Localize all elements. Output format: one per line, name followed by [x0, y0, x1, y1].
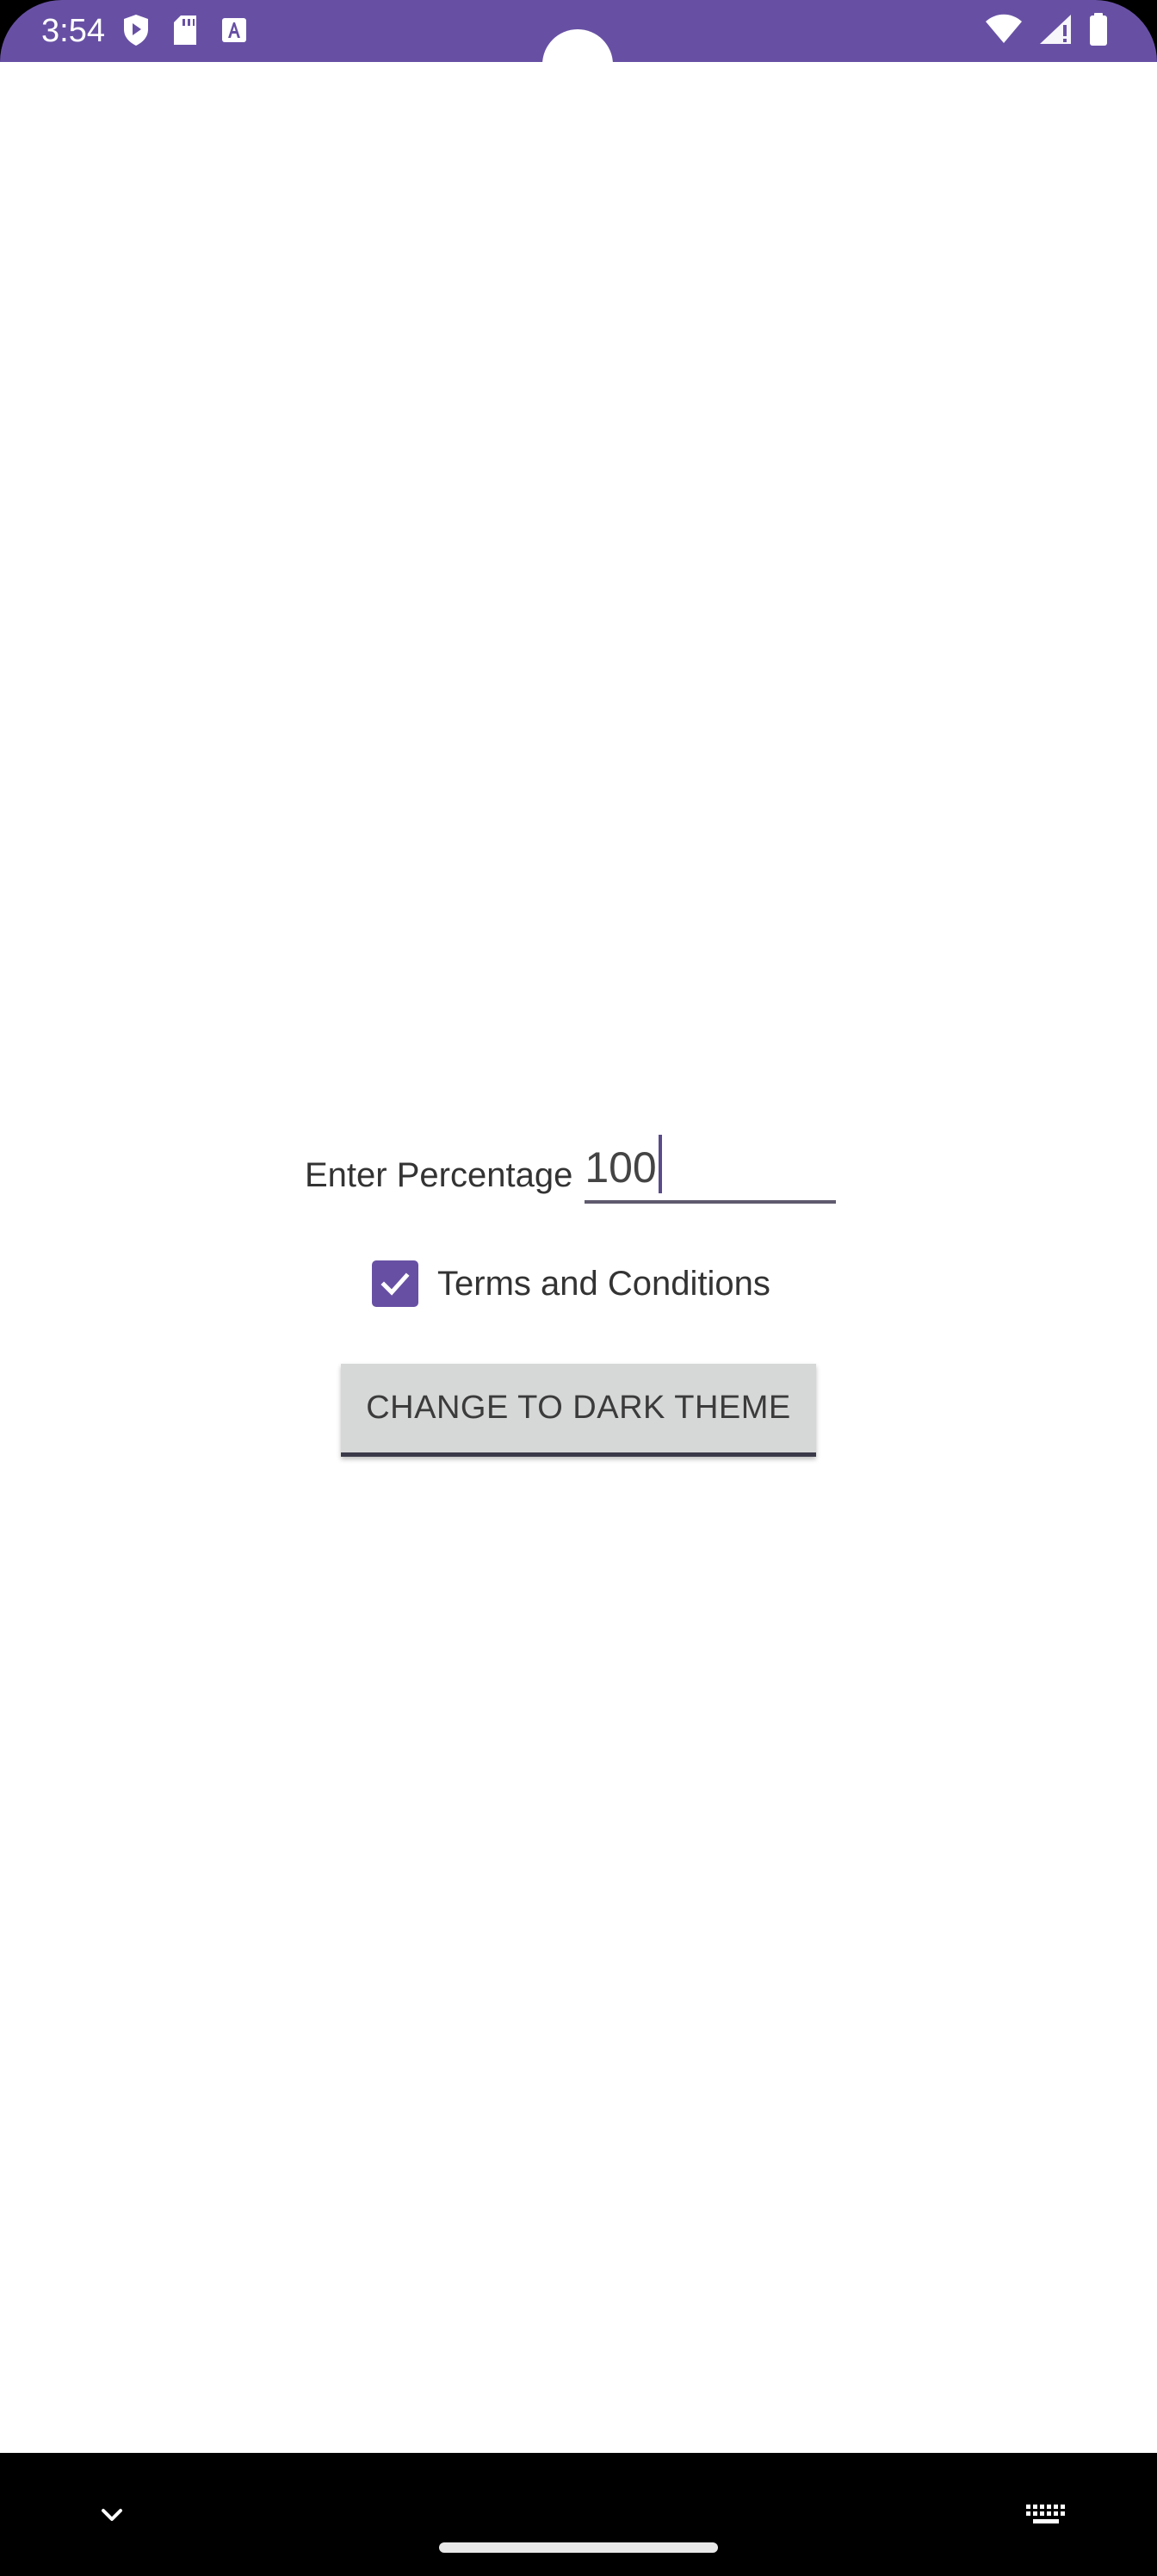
app-content: Enter Percentage 100 Terms and Condition…: [0, 62, 1157, 2453]
checkmark-icon: [381, 1273, 410, 1296]
percentage-value[interactable]: 100: [585, 1135, 662, 1193]
navigation-bar: [0, 2453, 1157, 2576]
terms-checkbox[interactable]: [372, 1260, 418, 1307]
status-right-icons: [985, 12, 1109, 51]
text-cursor: [658, 1135, 662, 1193]
status-bar: 3:54: [0, 0, 1157, 100]
chevron-down-icon[interactable]: [93, 2498, 131, 2532]
percentage-input[interactable]: 100: [585, 1121, 837, 1204]
percentage-label: Enter Percentage: [305, 1156, 573, 1194]
wifi-icon: [985, 14, 1023, 49]
signal-icon: [1038, 13, 1073, 50]
phone-screen: 3:54 Enter Percentage 100 Terms and Cond…: [0, 0, 1157, 2576]
status-time: 3:54: [41, 13, 105, 49]
terms-checkbox-row[interactable]: Terms and Conditions: [372, 1260, 770, 1307]
shield-play-icon: [122, 14, 150, 51]
percentage-row: Enter Percentage 100: [305, 1121, 837, 1204]
text-a-icon: [220, 16, 248, 48]
home-handle[interactable]: [439, 2542, 718, 2553]
battery-icon: [1088, 12, 1109, 51]
status-left-icons: [122, 14, 248, 51]
percentage-text: 100: [585, 1143, 657, 1192]
keyboard-icon[interactable]: [1023, 2498, 1071, 2532]
change-theme-button[interactable]: CHANGE TO DARK THEME: [341, 1364, 816, 1457]
terms-label: Terms and Conditions: [437, 1264, 770, 1303]
sd-card-icon: [172, 15, 198, 50]
